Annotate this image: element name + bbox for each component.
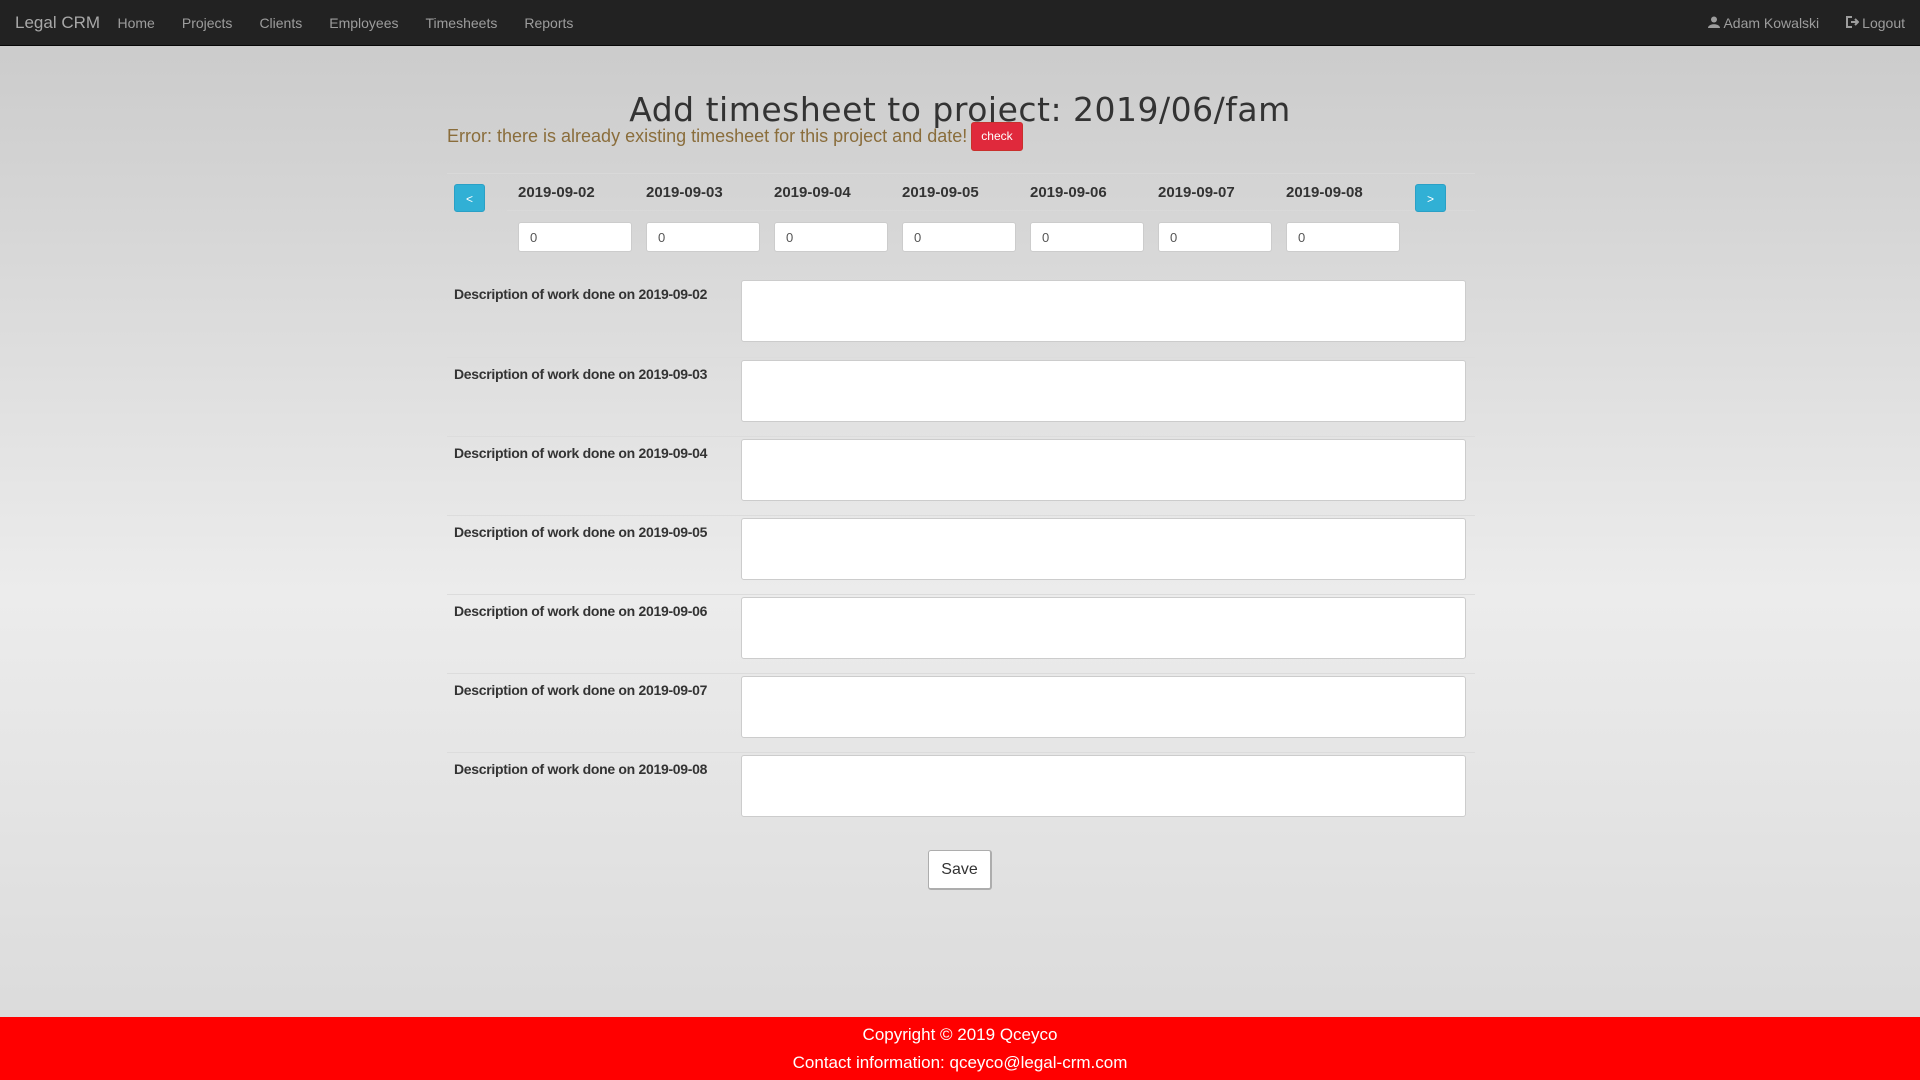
footer: Copyright © 2019 Qceyco Contact informat… — [0, 1017, 1920, 1080]
nav-projects[interactable]: Projects — [168, 0, 246, 46]
description-textarea[interactable] — [741, 755, 1466, 817]
error-text: Error: there is already existing timeshe… — [447, 126, 968, 146]
previous-week-button[interactable]: < — [454, 184, 485, 212]
description-textarea[interactable] — [741, 439, 1466, 501]
day-date-label: 2019-09-06 — [1030, 184, 1107, 201]
day-hours-input[interactable] — [1030, 222, 1144, 252]
error-message: Error: there is already existing timeshe… — [447, 122, 1023, 151]
description-row: Description of work done on 2019-09-05 — [447, 515, 1475, 594]
description-row: Description of work done on 2019-09-07 — [447, 673, 1475, 752]
footer-copyright: Copyright © 2019 Qceyco — [862, 1025, 1058, 1044]
logout-link[interactable]: Logout — [1831, 0, 1920, 46]
main-nav: Home Projects Clients Employees Timeshee… — [104, 0, 587, 46]
top-navbar: Legal CRM Home Projects Clients Employee… — [0, 0, 1920, 46]
nav-clients[interactable]: Clients — [246, 0, 316, 46]
save-button[interactable]: Save — [928, 850, 992, 890]
description-label: Description of work done on 2019-09-03 — [454, 366, 708, 382]
day-date-label: 2019-09-04 — [774, 184, 851, 201]
day-date-label: 2019-09-07 — [1158, 184, 1235, 201]
day-hours-input[interactable] — [518, 222, 632, 252]
description-label: Description of work done on 2019-09-04 — [454, 445, 708, 461]
day-date-label: 2019-09-02 — [518, 184, 595, 201]
description-label: Description of work done on 2019-09-08 — [454, 761, 708, 777]
day-hours-input[interactable] — [902, 222, 1016, 252]
brand-link[interactable]: Legal CRM — [15, 13, 100, 33]
logout-label: Logout — [1862, 15, 1905, 31]
user-profile-link[interactable]: Adam Kowalski — [1693, 0, 1831, 46]
description-row: Description of work done on 2019-09-06 — [447, 594, 1475, 673]
description-row: Description of work done on 2019-09-04 — [447, 436, 1475, 515]
day-date-label: 2019-09-05 — [902, 184, 979, 201]
logout-icon — [1846, 16, 1860, 32]
description-label: Description of work done on 2019-09-05 — [454, 524, 708, 540]
day-hours-input[interactable] — [646, 222, 760, 252]
description-row: Description of work done on 2019-09-03 — [447, 357, 1475, 436]
nav-reports[interactable]: Reports — [511, 0, 587, 46]
footer-contact: Contact information: qceyco@legal-crm.co… — [792, 1053, 1128, 1072]
week-hours-table: < 2019-09-02 2019-09-03 2019-09-04 2019-… — [447, 173, 1475, 264]
description-label: Description of work done on 2019-09-07 — [454, 682, 708, 698]
day-hours-input[interactable] — [1286, 222, 1400, 252]
user-nav: Adam Kowalski Logout — [1693, 0, 1920, 46]
description-textarea[interactable] — [741, 360, 1466, 422]
description-label: Description of work done on 2019-09-06 — [454, 603, 708, 619]
day-hours-input[interactable] — [1158, 222, 1272, 252]
description-row: Description of work done on 2019-09-02 — [447, 278, 1475, 357]
check-button[interactable]: check — [971, 122, 1023, 151]
description-textarea[interactable] — [741, 280, 1466, 342]
next-week-button[interactable]: > — [1415, 184, 1446, 212]
nav-home[interactable]: Home — [104, 0, 168, 46]
user-name: Adam Kowalski — [1723, 15, 1820, 31]
user-icon — [1708, 16, 1721, 32]
day-hours-input[interactable] — [774, 222, 888, 252]
description-textarea[interactable] — [741, 597, 1466, 659]
day-date-label: 2019-09-03 — [646, 184, 723, 201]
description-row: Description of work done on 2019-09-08 — [447, 752, 1475, 831]
nav-timesheets[interactable]: Timesheets — [412, 0, 511, 46]
nav-employees[interactable]: Employees — [316, 0, 412, 46]
day-date-label: 2019-09-08 — [1286, 184, 1363, 201]
description-textarea[interactable] — [741, 676, 1466, 738]
description-textarea[interactable] — [741, 518, 1466, 580]
header-divider — [507, 210, 1475, 211]
work-descriptions: Description of work done on 2019-09-02 D… — [447, 278, 1475, 831]
description-label: Description of work done on 2019-09-02 — [454, 286, 708, 302]
